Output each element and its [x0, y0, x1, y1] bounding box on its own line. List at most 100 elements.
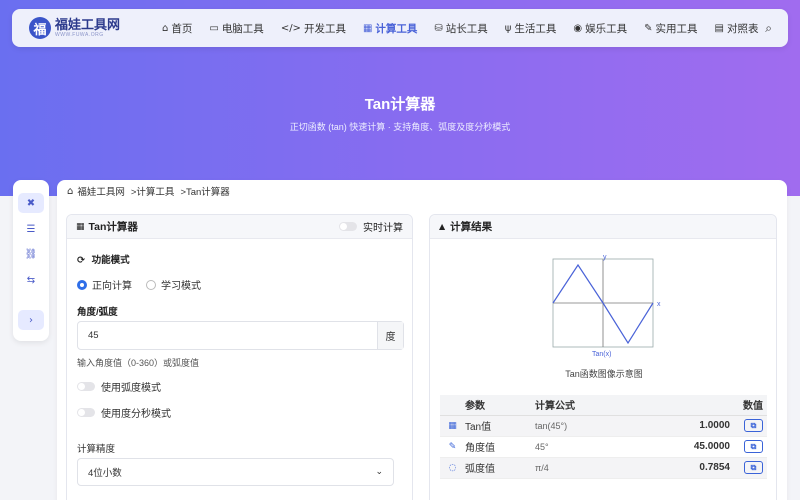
nav-label: 首页 — [171, 22, 193, 35]
header-formula: 计算公式 — [535, 395, 625, 416]
mode-learn-label: 学习模式 — [161, 281, 201, 292]
tools-icon[interactable]: ✖ — [18, 193, 44, 213]
side-toolbar: ✖ ☰ ⛓ ⇆ › — [13, 180, 49, 341]
header-value: 数值 — [625, 395, 767, 416]
nav-label: 电脑工具 — [221, 22, 264, 35]
realtime-toggle[interactable] — [339, 222, 357, 231]
table-header-row: 参数 计算公式 数值 — [440, 395, 767, 416]
list-icon[interactable]: ☰ — [18, 219, 44, 239]
chevron-right-icon[interactable]: › — [18, 310, 44, 330]
nav-label: 站长工具 — [445, 22, 488, 35]
precision-value: 4位小数 — [88, 468, 122, 479]
tan-graph: y x Tan(x) — [552, 254, 661, 358]
table-row: ▦ Tan值 tan(45°) 1.0000 ⧉ — [440, 415, 767, 437]
radian-row-formula: π/4 — [535, 457, 625, 479]
nav-label: 开发工具 — [303, 22, 346, 35]
calculator-icon: ▦ — [440, 415, 465, 437]
tan-row-formula: tan(45°) — [535, 415, 625, 437]
pc-tools-icon: ▭ — [209, 22, 219, 34]
main-nav: ⌂ 首页 ▭ 电脑工具 </> 开发工具 ▦ 计算工具 ⛁ 站长工具 ψ 生活工具 ◉ 娱乐工具 ✎ 实用工具… — [162, 21, 775, 36]
caret-up-icon: ▲ — [439, 222, 446, 231]
nav-life-tools[interactable]: ψ 生活工具 — [505, 21, 557, 36]
nav-pc-tools[interactable]: ▭ 电脑工具 — [209, 21, 263, 36]
calculator-icon: ▦ — [76, 221, 85, 232]
page-title: Tan计算器 — [364, 96, 436, 113]
calc-tools-icon: ▦ — [362, 22, 373, 34]
ruler-icon: ✎ — [440, 436, 465, 458]
fun-tools-icon: ◉ — [573, 22, 583, 34]
angle-row-value: 45.0000 — [693, 441, 730, 452]
nav-tables[interactable]: ▤ 对照表 — [715, 21, 759, 36]
share-icon[interactable]: ⇆ — [18, 270, 44, 290]
realtime-label: 实时计算 — [363, 223, 403, 234]
graph-x-label: x — [657, 301, 661, 308]
life-tools-icon: ψ — [504, 22, 512, 34]
angle-input-group: 45 度 — [77, 321, 404, 350]
angle-row-formula: 45° — [535, 436, 625, 458]
mode-forward-label: 正向计算 — [92, 281, 132, 292]
precision-select[interactable]: 4位小数 ⌄ — [77, 458, 394, 486]
table-row: ✎ 角度值 45° 45.0000 ⧉ — [440, 436, 767, 458]
tan-row-param: Tan值 — [465, 415, 535, 437]
logo-name: 福娃工具网 — [55, 17, 121, 32]
site-logo[interactable]: 福 福娃工具网 WWW.FUWA.ORG — [29, 17, 159, 39]
copy-icon[interactable]: ⧉ — [744, 419, 763, 432]
logo-mark: 福 — [29, 17, 51, 39]
breadcrumb-home[interactable]: 福娃工具网 — [77, 184, 125, 198]
nav-fun-tools[interactable]: ◉ 娱乐工具 — [573, 21, 627, 36]
nav-label: 计算工具 — [375, 22, 418, 35]
nav-webmaster-tools[interactable]: ⛁ 站长工具 — [434, 21, 487, 36]
copy-icon[interactable]: ⧉ — [744, 461, 763, 474]
page-subtitle: 正切函数 (tan) 快速计算 · 支持角度、弧度及度分秒模式 — [289, 122, 511, 132]
link-icon[interactable]: ⛓ — [18, 244, 44, 264]
graph-caption: Tan函数图像示意图 — [565, 369, 643, 379]
tan-row-value: 1.0000 — [699, 420, 730, 431]
breadcrumb-current: >Tan计算器 — [180, 187, 230, 198]
angle-label: 角度/弧度 — [77, 307, 118, 318]
mode-learn-radio[interactable] — [146, 279, 156, 290]
nav-home[interactable]: ⌂ 首页 — [162, 21, 192, 36]
circle-icon: ◌ — [440, 457, 465, 479]
graph-function-label: Tan(x) — [592, 351, 611, 358]
nav-label: 实用工具 — [655, 22, 698, 35]
logo-subtitle: WWW.FUWA.ORG — [55, 32, 104, 38]
dev-tools-icon: </> — [280, 22, 301, 34]
radian-row-param: 弧度值 — [465, 457, 535, 479]
mode-label: 功能模式 — [91, 255, 130, 266]
search-icon[interactable]: ⌕ — [765, 21, 772, 36]
table-row: ◌ 弧度值 π/4 0.7854 ⧉ — [440, 457, 767, 479]
dms-toggle[interactable] — [77, 408, 95, 417]
dms-label: 使用度分秒模式 — [101, 409, 171, 420]
refresh-icon: ⟳ — [77, 255, 85, 266]
calculator-title: Tan计算器 — [88, 221, 138, 233]
angle-row-param: 角度值 — [465, 436, 535, 458]
radian-label: 使用弧度模式 — [101, 383, 161, 394]
header-param: 参数 — [465, 395, 535, 416]
angle-input[interactable]: 45 — [78, 322, 377, 349]
top-navbar: 福 福娃工具网 WWW.FUWA.ORG ⌂ 首页 ▭ 电脑工具 </> 开发工具 ▦ 计算工… — [12, 9, 788, 47]
angle-hint: 输入角度值（0-360）或弧度值 — [77, 358, 200, 368]
nav-dev-tools[interactable]: </> 开发工具 — [281, 21, 346, 36]
webmaster-tools-icon: ⛁ — [434, 22, 443, 34]
result-card: ▲ 计算结果 y x Tan(x) Tan函数图像示意图 参数 计算公式 数值 … — [429, 214, 777, 500]
graph-y-label: y — [603, 254, 607, 261]
main-content: ⌂ 福娃工具网 >计算工具 >Tan计算器 ▦ Tan计算器 实时计算 ⟳ 功能… — [57, 180, 787, 500]
utility-tools-icon: ✎ — [644, 22, 653, 34]
precision-label: 计算精度 — [77, 444, 116, 455]
nav-label: 对照表 — [726, 22, 759, 35]
nav-calc-tools[interactable]: ▦ 计算工具 — [363, 21, 417, 36]
nav-label: 生活工具 — [514, 22, 557, 35]
tables-icon: ▤ — [714, 22, 724, 34]
radian-row-value: 0.7854 — [699, 462, 730, 473]
nav-utility-tools[interactable]: ✎ 实用工具 — [644, 21, 697, 36]
home-icon[interactable]: ⌂ — [67, 186, 73, 197]
radian-toggle[interactable] — [77, 382, 95, 391]
breadcrumb-category[interactable]: >计算工具 — [131, 184, 175, 198]
mode-forward-radio[interactable] — [77, 279, 87, 290]
calculator-card: ▦ Tan计算器 实时计算 ⟳ 功能模式 正向计算 学习模式 角度/弧度 45 … — [66, 214, 413, 500]
result-title: 计算结果 — [450, 221, 493, 233]
copy-icon[interactable]: ⧉ — [744, 440, 763, 453]
breadcrumb: ⌂ 福娃工具网 >计算工具 >Tan计算器 — [67, 184, 236, 199]
nav-label: 娱乐工具 — [585, 22, 628, 35]
result-table: 参数 计算公式 数值 ▦ Tan值 tan(45°) 1.0000 ⧉ ✎ 角度值 45° 45… — [440, 395, 767, 479]
